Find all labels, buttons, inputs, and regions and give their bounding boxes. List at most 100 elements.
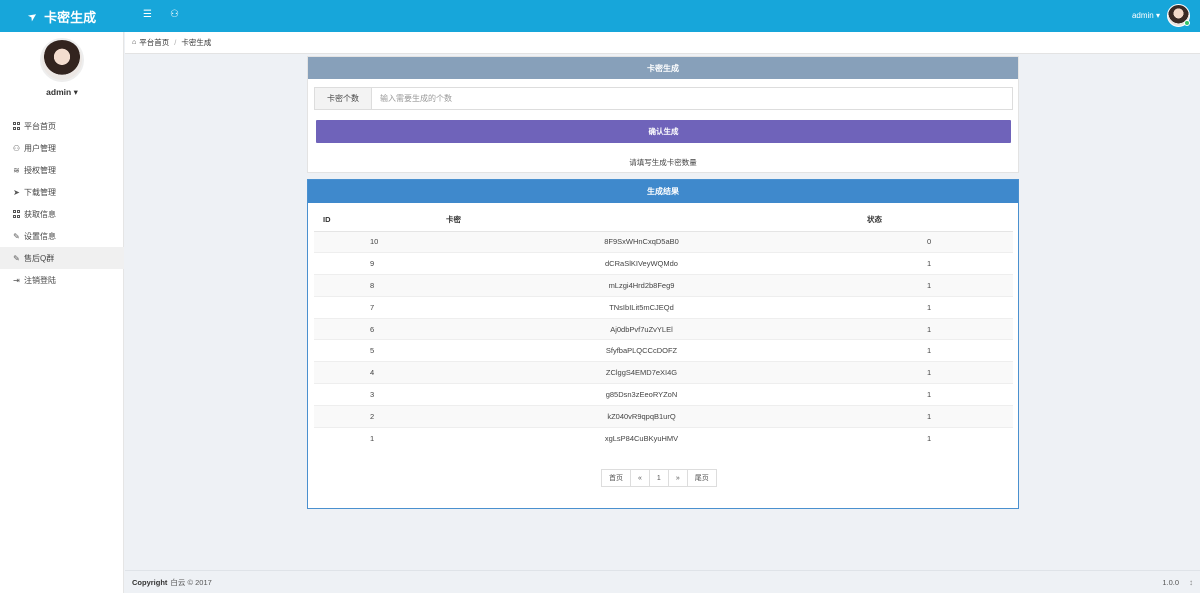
user-icon: ⚇ <box>12 143 21 153</box>
pager-page-1[interactable]: 1 <box>648 469 669 487</box>
result-panel-title: 生成结果 <box>308 180 1018 203</box>
pager-prev[interactable]: « <box>630 469 650 487</box>
cell-id: 1 <box>314 426 434 449</box>
generate-panel-title: 卡密生成 <box>308 57 1018 79</box>
breadcrumb-separator: / <box>174 38 177 47</box>
edit-icon: ✎ <box>13 231 20 241</box>
header-username: admin <box>1131 11 1154 20</box>
grid-icon <box>12 210 21 219</box>
breadcrumb-home[interactable]: 平台首页 <box>139 37 169 48</box>
edit-icon: ✎ <box>13 253 20 263</box>
sidebar-user-menu[interactable]: admin ▾ <box>0 87 124 98</box>
version-text: 1.0.0 <box>1162 577 1179 587</box>
rocket-icon: ➤ <box>13 187 20 197</box>
cell-status: 1 <box>849 295 1013 319</box>
generate-panel: 卡密生成 卡密个数 确认生成 请填写生成卡密数量 <box>307 56 1019 173</box>
cell-id: 7 <box>314 295 434 319</box>
table-row: 8 mLzgi4Hrd2b8Feg9 1 <box>314 274 1013 297</box>
sidebar-item[interactable]: ⚇ 用户管理 <box>0 137 124 159</box>
cell-card-key: mLzgi4Hrd2b8Feg9 <box>434 274 849 297</box>
online-status-dot <box>1184 20 1190 26</box>
sidebar-item-label: 平台首页 <box>24 121 56 131</box>
scroll-icon[interactable]: ↕ <box>1189 578 1193 587</box>
cell-status: 1 <box>849 404 1013 428</box>
confirm-generate-button[interactable]: 确认生成 <box>316 120 1011 143</box>
cell-status: 1 <box>849 317 1013 340</box>
cell-id: 3 <box>314 383 434 406</box>
card-count-input[interactable] <box>372 88 1012 109</box>
pager-next[interactable]: » <box>667 469 688 487</box>
cell-card-key: SfyfbaPLQCCcDOFZ <box>434 339 849 362</box>
top-navbar: ➤ 卡密生成 ☰ ⚇ admin ▾ <box>0 0 1200 32</box>
card-count-input-group: 卡密个数 <box>314 87 1013 110</box>
list-icon[interactable]: ☰ <box>143 9 152 20</box>
cell-card-key: ZClggS4EMD7eXI4G <box>434 361 849 384</box>
table-row: 1 xgLsP84CuBKyuHMV 1 <box>314 426 1013 449</box>
cell-status: 1 <box>849 361 1013 384</box>
brand[interactable]: ➤ 卡密生成 <box>0 0 124 32</box>
copyright-text: 白云 © 2017 <box>170 577 212 587</box>
sidebar-item[interactable]: 获取信息 <box>0 203 124 225</box>
grid-icon <box>12 122 21 131</box>
cell-card-key: TNsIbILit5mCJEQd <box>434 295 849 319</box>
cell-id: 5 <box>314 339 434 362</box>
sidebar-username: admin <box>46 87 72 97</box>
cell-card-key: 8F9SxWHnCxqD5aB0 <box>434 230 849 253</box>
cell-status: 1 <box>849 383 1013 406</box>
sidebar-item[interactable]: ➤ 下载管理 <box>0 181 124 203</box>
cell-card-key: g85Dsn3zEeoRYZoN <box>434 383 849 406</box>
cell-id: 8 <box>314 274 434 297</box>
cell-id: 4 <box>314 361 434 384</box>
cell-card-key: kZ040vR9qpqB1urQ <box>434 404 849 428</box>
cell-card-key: Aj0dbPvf7uZvYLEl <box>434 317 849 340</box>
cell-status: 1 <box>849 426 1013 449</box>
copyright-label: Copyright <box>132 577 168 587</box>
cell-card-key: dCRaSlKIVeyWQMdo <box>434 252 849 275</box>
sidebar: admin ▾ 平台首页 ⚇ 用户管理 ≋ 授权管理 ➤ 下载管理获取信息 ✎ 设置信息 ✎ 售后Q… <box>0 32 124 593</box>
home-icon: ⌂ <box>132 39 137 46</box>
sidebar-avatar <box>40 38 84 82</box>
header-avatar[interactable] <box>1167 4 1190 27</box>
pager-first[interactable]: 首页 <box>601 469 631 487</box>
breadcrumb-current: 卡密生成 <box>181 38 212 47</box>
sidebar-item[interactable]: ≋ 授权管理 <box>0 159 124 181</box>
cell-id: 10 <box>314 230 434 253</box>
pagination: 首页 «1» 尾页 <box>601 469 717 487</box>
brand-title: 卡密生成 <box>44 9 97 25</box>
cell-id: 6 <box>314 317 434 340</box>
card-count-label: 卡密个数 <box>315 88 372 109</box>
sidebar-item-label: 下载管理 <box>24 187 56 197</box>
cell-status: 1 <box>849 274 1013 297</box>
user-icon[interactable]: ⚇ <box>170 9 179 20</box>
layers-icon: ≋ <box>13 165 20 175</box>
result-table: ID 卡密 状态 10 8F9SxWHnCxqD5aB0 0 9 dCRaSlKIVey… <box>314 209 1013 449</box>
caret-down-icon: ▾ <box>73 87 78 97</box>
sidebar-item[interactable]: ✎ 售后Q群 <box>0 247 124 269</box>
sidebar-menu: 平台首页 ⚇ 用户管理 ≋ 授权管理 ➤ 下载管理获取信息 ✎ 设置信息 ✎ 售后Q群 ⇥ 注销登陆 <box>0 115 124 291</box>
sidebar-item-label: 授权管理 <box>24 165 56 175</box>
sidebar-item-label: 获取信息 <box>24 209 56 219</box>
result-panel: 生成结果 ID 卡密 状态 10 8F9SxWHnCxqD5aB0 0 9 dCRaSl… <box>307 179 1019 509</box>
sidebar-item[interactable]: 平台首页 <box>0 115 124 137</box>
pager-last[interactable]: 尾页 <box>686 469 717 487</box>
column-header-card-key: 卡密 <box>434 209 849 232</box>
table-row: 2 kZ040vR9qpqB1urQ 1 <box>314 404 1013 428</box>
logout-icon: ⇥ <box>13 275 20 285</box>
sidebar-item[interactable]: ⇥ 注销登陆 <box>0 269 124 291</box>
sidebar-item-label: 用户管理 <box>24 143 56 153</box>
header-user-menu[interactable]: admin ▾ <box>1132 11 1160 20</box>
cell-status: 1 <box>849 339 1013 362</box>
rocket-icon: ➤ <box>25 8 40 24</box>
cell-status: 0 <box>849 230 1013 253</box>
breadcrumb: ⌂ 平台首页 / 卡密生成 <box>125 32 1200 54</box>
table-row: 5 SfyfbaPLQCCcDOFZ 1 <box>314 339 1013 362</box>
table-row: 10 8F9SxWHnCxqD5aB0 0 <box>314 230 1013 253</box>
footer: Copyright 白云 © 2017 1.0.0 ↕ <box>125 570 1200 593</box>
caret-down-icon: ▾ <box>1155 11 1160 20</box>
generate-hint: 请填写生成卡密数量 <box>629 158 697 167</box>
column-header-status: 状态 <box>849 209 1013 232</box>
table-row: 6 Aj0dbPvf7uZvYLEl 1 <box>314 317 1013 340</box>
cell-status: 1 <box>849 252 1013 275</box>
cell-id: 2 <box>314 404 434 428</box>
sidebar-item[interactable]: ✎ 设置信息 <box>0 225 124 247</box>
